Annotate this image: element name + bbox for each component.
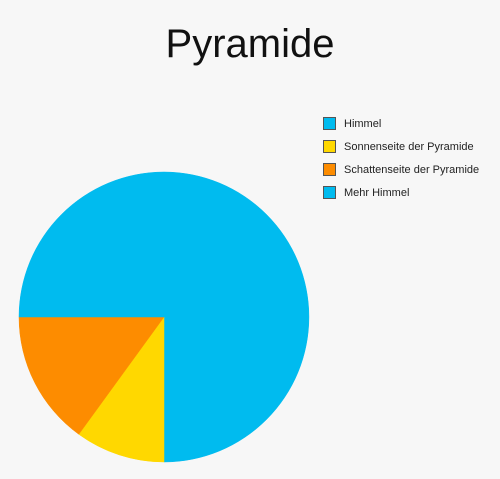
legend-label: Schattenseite der Pyramide (344, 163, 480, 176)
chart-canvas: Pyramide Himmel Sonnenseite der Pyramide… (0, 0, 500, 479)
pie-slice-mehr-himmel (18, 171, 165, 318)
legend: Himmel Sonnenseite der Pyramide Schatten… (323, 112, 479, 204)
legend-swatch (323, 186, 336, 199)
legend-label: Mehr Himmel (344, 186, 410, 199)
legend-item-schattenseite: Schattenseite der Pyramide (323, 158, 479, 181)
legend-swatch (323, 117, 336, 130)
legend-label: Himmel (344, 117, 382, 130)
legend-item-mehr-himmel: Mehr Himmel (323, 181, 479, 204)
legend-swatch (323, 163, 336, 176)
pie-slice-himmel (163, 171, 310, 463)
legend-item-himmel: Himmel (323, 112, 479, 135)
pie-chart (18, 171, 310, 463)
legend-item-sonnenseite: Sonnenseite der Pyramide (323, 135, 479, 158)
legend-swatch (323, 140, 336, 153)
legend-label: Sonnenseite der Pyramide (344, 140, 474, 153)
